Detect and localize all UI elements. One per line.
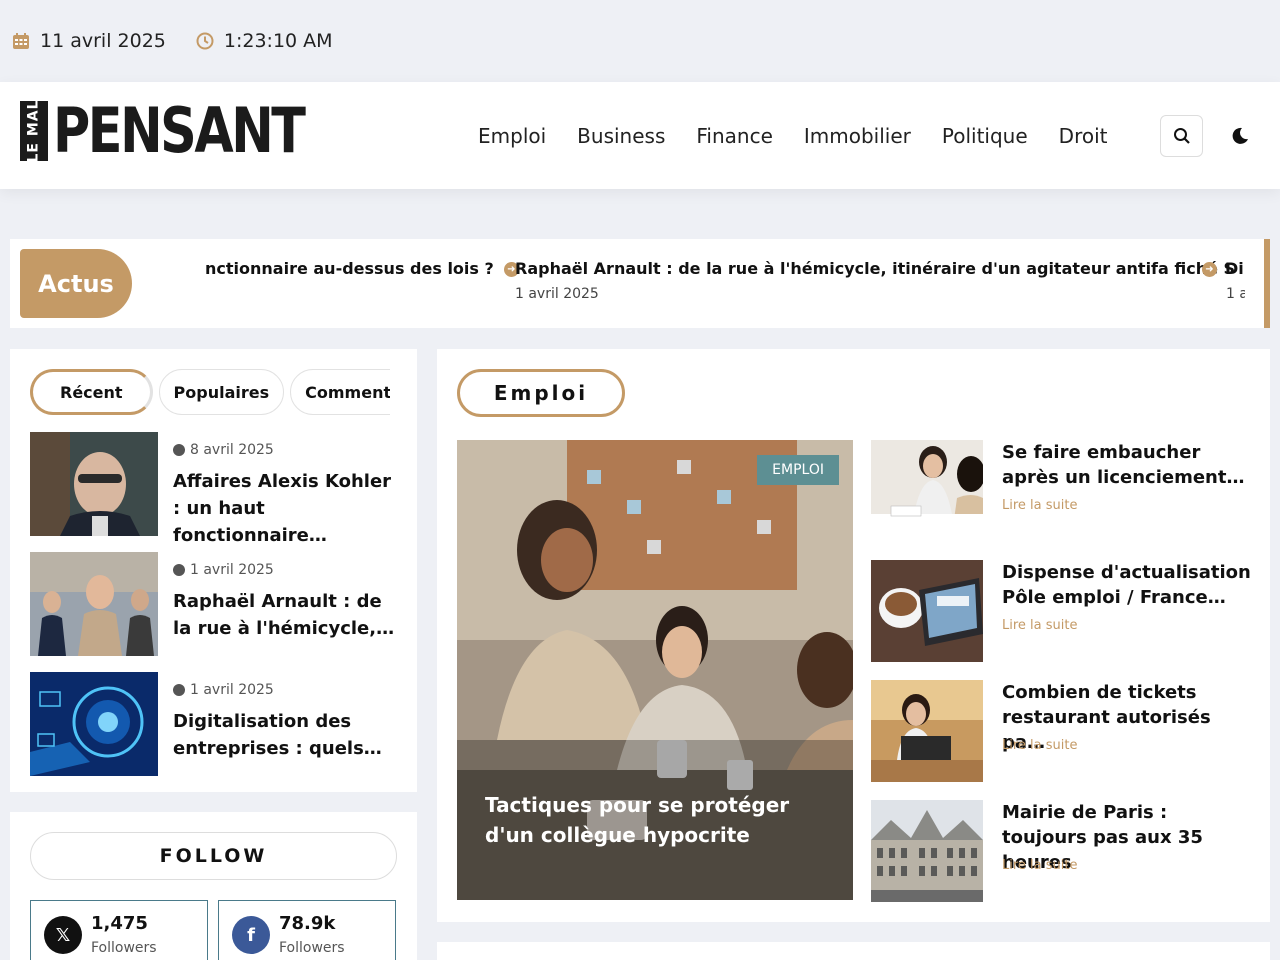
list-item[interactable]: Dispense d'actualisation Pôle emploi / F… [871,560,1251,662]
category-badge[interactable]: EMPLOI [757,455,839,485]
calendar-icon [13,33,29,49]
hero-article[interactable]: EMPLOI Tactiques pour se protéger d'un c… [457,440,853,900]
social-x[interactable]: 𝕏 1,475 Followers [30,900,208,960]
next-section-panel [437,942,1270,960]
post-date: 8 avril 2025 [173,442,274,458]
post-date: 1 avril 2025 [173,682,274,698]
facebook-icon: f [232,916,270,954]
nav-item-emploi[interactable]: Emploi [478,124,546,148]
ticker-track: nctionnaire au-dessus des lois ? ➜ Raphaë… [205,259,1245,309]
clock-icon [173,564,185,576]
logo-small-text: LE MAL [20,99,48,163]
follower-label: Followers [279,940,345,956]
read-more-link[interactable]: Lire la suite [1002,858,1077,873]
post-thumbnail[interactable] [871,440,983,542]
site-header: LE MAL PENSANT Emploi Business Finance I… [0,82,1280,189]
ticker-item[interactable]: Raphaël Arnault : de la rue à l'hémicycl… [515,259,1235,302]
emploi-section: Emploi EMPLOI Tactiques pour se protéger… [437,349,1270,922]
date-display: 11 avril 2025 [12,30,166,52]
read-more-link[interactable]: Lire la suite [1002,498,1077,513]
ticker-item[interactable]: nctionnaire au-dessus des lois ? ➜ [205,259,527,278]
time-text: 1:23:10 AM [223,30,333,52]
post-thumbnail[interactable] [871,560,983,662]
time-display: 1:23:10 AM [196,30,333,52]
tab-populaires[interactable]: Populaires [158,369,285,415]
follower-count: 1,475 [91,913,148,934]
nav-item-finance[interactable]: Finance [696,124,773,148]
list-item[interactable]: Combien de tickets restaurant autorisés … [871,680,1251,782]
clock-icon [173,444,185,456]
follower-label: Followers [91,940,157,956]
nav-item-politique[interactable]: Politique [942,124,1028,148]
list-item[interactable]: 1 avril 2025 Raphaël Arnault : de la rue… [30,552,400,656]
date-text: 11 avril 2025 [40,30,166,52]
post-thumbnail[interactable] [30,552,158,656]
nav-item-business[interactable]: Business [577,124,665,148]
list-item[interactable]: 8 avril 2025 Affaires Alexis Kohler : un… [30,432,400,546]
news-ticker: Actus nctionnaire au-dessus des lois ? ➜ … [10,239,1270,328]
main-nav: Emploi Business Finance Immobilier Polit… [478,82,1139,189]
post-title[interactable]: Se faire embaucher après un licenciement… [1002,440,1251,490]
post-title[interactable]: Digitalisation des entreprises : quels… [173,708,400,762]
list-item[interactable]: Se faire embaucher après un licenciement… [871,440,1251,542]
nav-item-immobilier[interactable]: Immobilier [804,124,911,148]
clock-icon [173,684,185,696]
ticker-item[interactable]: ➜Di 1 a [1202,259,1245,302]
list-item[interactable]: 1 avril 2025 Digitalisation des entrepri… [30,672,400,776]
search-icon [1173,128,1190,144]
dark-mode-toggle-icon[interactable] [1230,126,1250,146]
follower-count: 78.9k [279,913,336,934]
list-item[interactable]: Mairie de Paris : toujours pas aux 35 he… [871,800,1251,902]
nav-item-droit[interactable]: Droit [1059,124,1108,148]
arrow-right-icon: ➜ [1202,262,1217,277]
sidebar-tabs: Récent Populaires Commentaires [30,369,390,415]
top-bar: 11 avril 2025 1:23:10 AM [0,0,1280,82]
post-thumbnail[interactable] [871,680,983,782]
hero-title[interactable]: Tactiques pour se protéger d'un collègue… [485,790,835,850]
x-icon: 𝕏 [44,916,82,954]
post-title[interactable]: Affaires Alexis Kohler : un haut fonctio… [173,468,400,549]
search-button[interactable] [1160,115,1203,157]
ticker-label: Actus [20,249,132,318]
tab-recent[interactable]: Récent [30,369,153,415]
post-date: 1 avril 2025 [173,562,274,578]
post-thumbnail[interactable] [30,672,158,776]
post-thumbnail[interactable] [30,432,158,536]
read-more-link[interactable]: Lire la suite [1002,738,1077,753]
site-logo[interactable]: LE MAL PENSANT [20,94,359,167]
logo-big-text: PENSANT [53,94,306,167]
section-title[interactable]: Emploi [457,369,625,417]
sidebar-tabs-panel: Récent Populaires Commentaires 8 avril 2… [10,349,417,792]
follow-panel: FOLLOW 𝕏 1,475 Followers f 78.9k Followe… [10,812,417,960]
clock-icon [196,32,214,50]
post-thumbnail[interactable] [871,800,983,902]
post-title[interactable]: Raphaël Arnault : de la rue à l'hémicycl… [173,588,400,642]
read-more-link[interactable]: Lire la suite [1002,618,1077,633]
post-title[interactable]: Dispense d'actualisation Pôle emploi / F… [1002,560,1251,610]
tab-commentaires[interactable]: Commentaires [290,369,390,415]
social-facebook[interactable]: f 78.9k Followers [218,900,396,960]
follow-title: FOLLOW [30,832,397,880]
